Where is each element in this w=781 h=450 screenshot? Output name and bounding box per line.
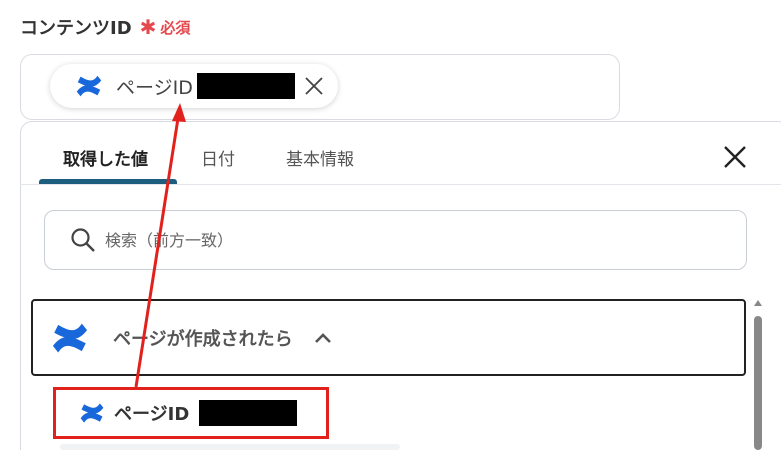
field-label-text: コンテンツID <box>20 18 132 39</box>
trigger-group-header[interactable]: ページが作成されたら <box>31 299 746 376</box>
tab-retrieved-values[interactable]: 取得した値 <box>63 145 148 170</box>
confluence-logo-icon <box>76 75 102 97</box>
list-item[interactable]: ページID <box>53 387 329 439</box>
list-item-label: ページID <box>114 404 190 425</box>
required-text: 必須 <box>160 18 191 37</box>
redacted-value <box>196 73 295 99</box>
scroll-thumb[interactable] <box>754 316 762 450</box>
active-tab-indicator <box>39 179 177 184</box>
tab-bar: 取得した値 日付 基本情報 <box>20 121 781 185</box>
required-asterisk-icon: ✱ <box>139 15 157 39</box>
search-input[interactable] <box>105 230 705 250</box>
tab-basic-info[interactable]: 基本情報 <box>286 145 354 170</box>
close-icon[interactable] <box>302 74 326 98</box>
confluence-logo-icon <box>52 323 88 352</box>
field-label: コンテンツID ✱ 必須 <box>20 14 190 40</box>
chevron-up-icon[interactable] <box>313 328 333 348</box>
confluence-logo-icon <box>80 403 104 423</box>
close-icon[interactable] <box>722 144 748 170</box>
search-icon <box>71 228 95 252</box>
scrollbar[interactable] <box>752 296 764 450</box>
selected-value-chip[interactable]: ページID <box>50 64 338 108</box>
group-title: ページが作成されたら <box>113 328 293 350</box>
chip-label: ページID <box>116 76 193 99</box>
search-box[interactable] <box>44 210 747 270</box>
next-list-item <box>60 444 400 450</box>
redacted-value <box>199 400 298 426</box>
tab-date[interactable]: 日付 <box>201 145 235 170</box>
scroll-up-arrow-icon[interactable] <box>754 300 762 306</box>
